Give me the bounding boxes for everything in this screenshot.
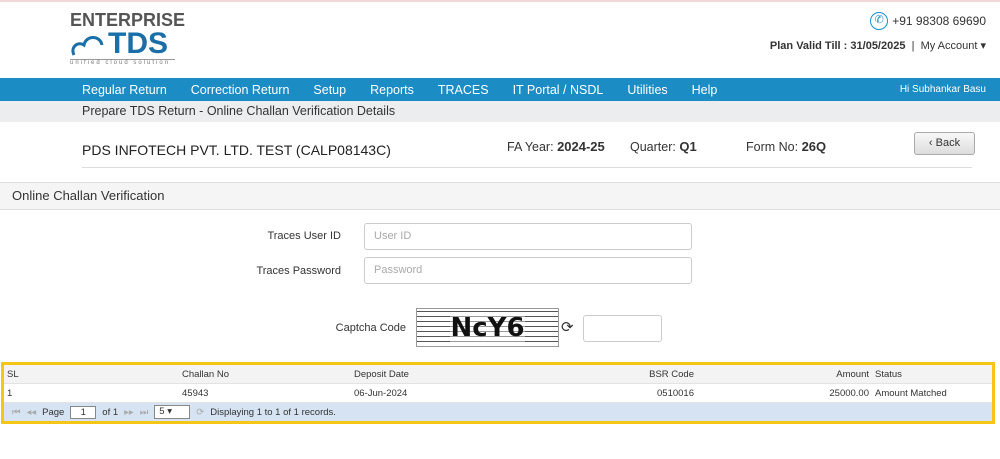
cell-deposit-date: 06-Jun-2024 — [354, 387, 408, 399]
refresh-grid-icon[interactable]: ⟳ — [196, 407, 204, 418]
quarter-value: Q1 — [679, 139, 697, 154]
table-header: SL Challan No Deposit Date BSR Code Amou… — [4, 365, 992, 384]
cell-sl: 1 — [7, 387, 13, 399]
chevron-left-icon: ‹ — [928, 137, 933, 149]
nav-regular-return[interactable]: Regular Return — [82, 83, 167, 97]
page-input[interactable]: 1 — [70, 405, 97, 419]
pager: ⏮ ◂◂ Page 1 of 1 ▸▸ ⏭ 5 ▾ ⟳ Displaying 1… — [4, 403, 992, 421]
cloud-icon — [71, 36, 104, 56]
page-size-select[interactable]: 5 ▾ — [154, 405, 191, 419]
user-greeting[interactable]: Hi Subhankar Basu — [900, 84, 986, 95]
phone-icon: ✆ — [870, 12, 889, 30]
page-label: Page — [42, 406, 65, 418]
fa-year-value: 2024-25 — [557, 139, 605, 154]
back-label: Back — [935, 137, 961, 149]
col-sl[interactable]: SL — [4, 369, 179, 380]
back-button[interactable]: ‹ Back — [914, 132, 975, 155]
phone-contact: ✆ +91 98308 69690 — [870, 12, 986, 30]
plan-date: 31/05/2025 — [850, 40, 906, 52]
quarter-label: Quarter: — [630, 140, 676, 154]
refresh-icon[interactable]: ⟳ — [561, 318, 574, 336]
page-size-value: 5 — [159, 406, 165, 417]
display-info: Displaying 1 to 1 of 1 records. — [210, 406, 336, 418]
plan-info: Plan Valid Till : 31/05/2025 | My Accoun… — [769, 40, 986, 52]
nav-it-portal[interactable]: IT Portal / NSDL — [513, 83, 604, 97]
traces-password-input[interactable]: Password — [364, 257, 692, 284]
captcha-text: NcY6 — [450, 313, 525, 343]
logo-tagline: unified cloud solution — [70, 59, 175, 66]
panel-title: Online Challan Verification — [0, 182, 1000, 210]
nav-traces[interactable]: TRACES — [438, 83, 489, 97]
last-page-icon[interactable]: ⏭ — [140, 407, 149, 418]
logo-line2: TDS — [108, 27, 168, 60]
traces-password-label: Traces Password — [256, 265, 341, 277]
plan-label: Plan Valid Till : — [769, 40, 851, 52]
return-info: PDS INFOTECH PVT. LTD. TEST (CALP08143C)… — [82, 132, 975, 168]
logo: ENTERPRISE TDS unified cloud solution — [70, 10, 185, 66]
captcha-label: Captcha Code — [335, 322, 406, 334]
form-no: Form No: 26Q — [746, 139, 826, 154]
nav-correction-return[interactable]: Correction Return — [191, 83, 290, 97]
captcha-image: NcY6 — [416, 308, 559, 347]
first-page-icon[interactable]: ⏮ — [12, 407, 21, 418]
my-account-menu[interactable]: My Account ▾ — [921, 40, 986, 52]
nav-reports[interactable]: Reports — [370, 83, 414, 97]
traces-user-label: Traces User ID — [267, 230, 341, 242]
traces-user-input[interactable]: User ID — [364, 223, 692, 250]
breadcrumb: Prepare TDS Return - Online Challan Veri… — [0, 101, 1000, 122]
col-deposit-date[interactable]: Deposit Date — [351, 369, 691, 380]
page-count: of 1 — [102, 406, 119, 418]
challan-grid: SL Challan No Deposit Date BSR Code Amou… — [1, 362, 995, 424]
fa-year: FA Year: 2024-25 — [507, 139, 605, 154]
fa-year-label: FA Year: — [507, 140, 554, 154]
cell-amount: 25000.00 — [829, 387, 869, 399]
cell-status: Amount Matched — [875, 387, 947, 399]
form-no-label: Form No: — [746, 140, 799, 154]
nav-setup[interactable]: Setup — [313, 83, 346, 97]
company-name: PDS INFOTECH PVT. LTD. TEST (CALP08143C) — [82, 142, 391, 158]
cell-challan-no: 45943 — [182, 387, 209, 399]
quarter: Quarter: Q1 — [630, 139, 697, 154]
col-challan-no[interactable]: Challan No — [179, 369, 351, 380]
form-no-value: 26Q — [801, 139, 827, 154]
main-nav: Regular Return Correction Return Setup R… — [0, 78, 1000, 101]
nav-help[interactable]: Help — [692, 83, 718, 97]
nav-utilities[interactable]: Utilities — [627, 83, 667, 97]
next-page-icon[interactable]: ▸▸ — [124, 407, 134, 418]
captcha-input[interactable] — [583, 315, 662, 342]
col-amount[interactable]: Amount — [697, 369, 872, 380]
prev-page-icon[interactable]: ◂◂ — [27, 407, 37, 418]
phone-number: +91 98308 69690 — [892, 14, 986, 28]
col-status[interactable]: Status — [872, 369, 905, 380]
table-row[interactable]: 1 45943 06-Jun-2024 0510016 25000.00 Amo… — [4, 384, 992, 403]
